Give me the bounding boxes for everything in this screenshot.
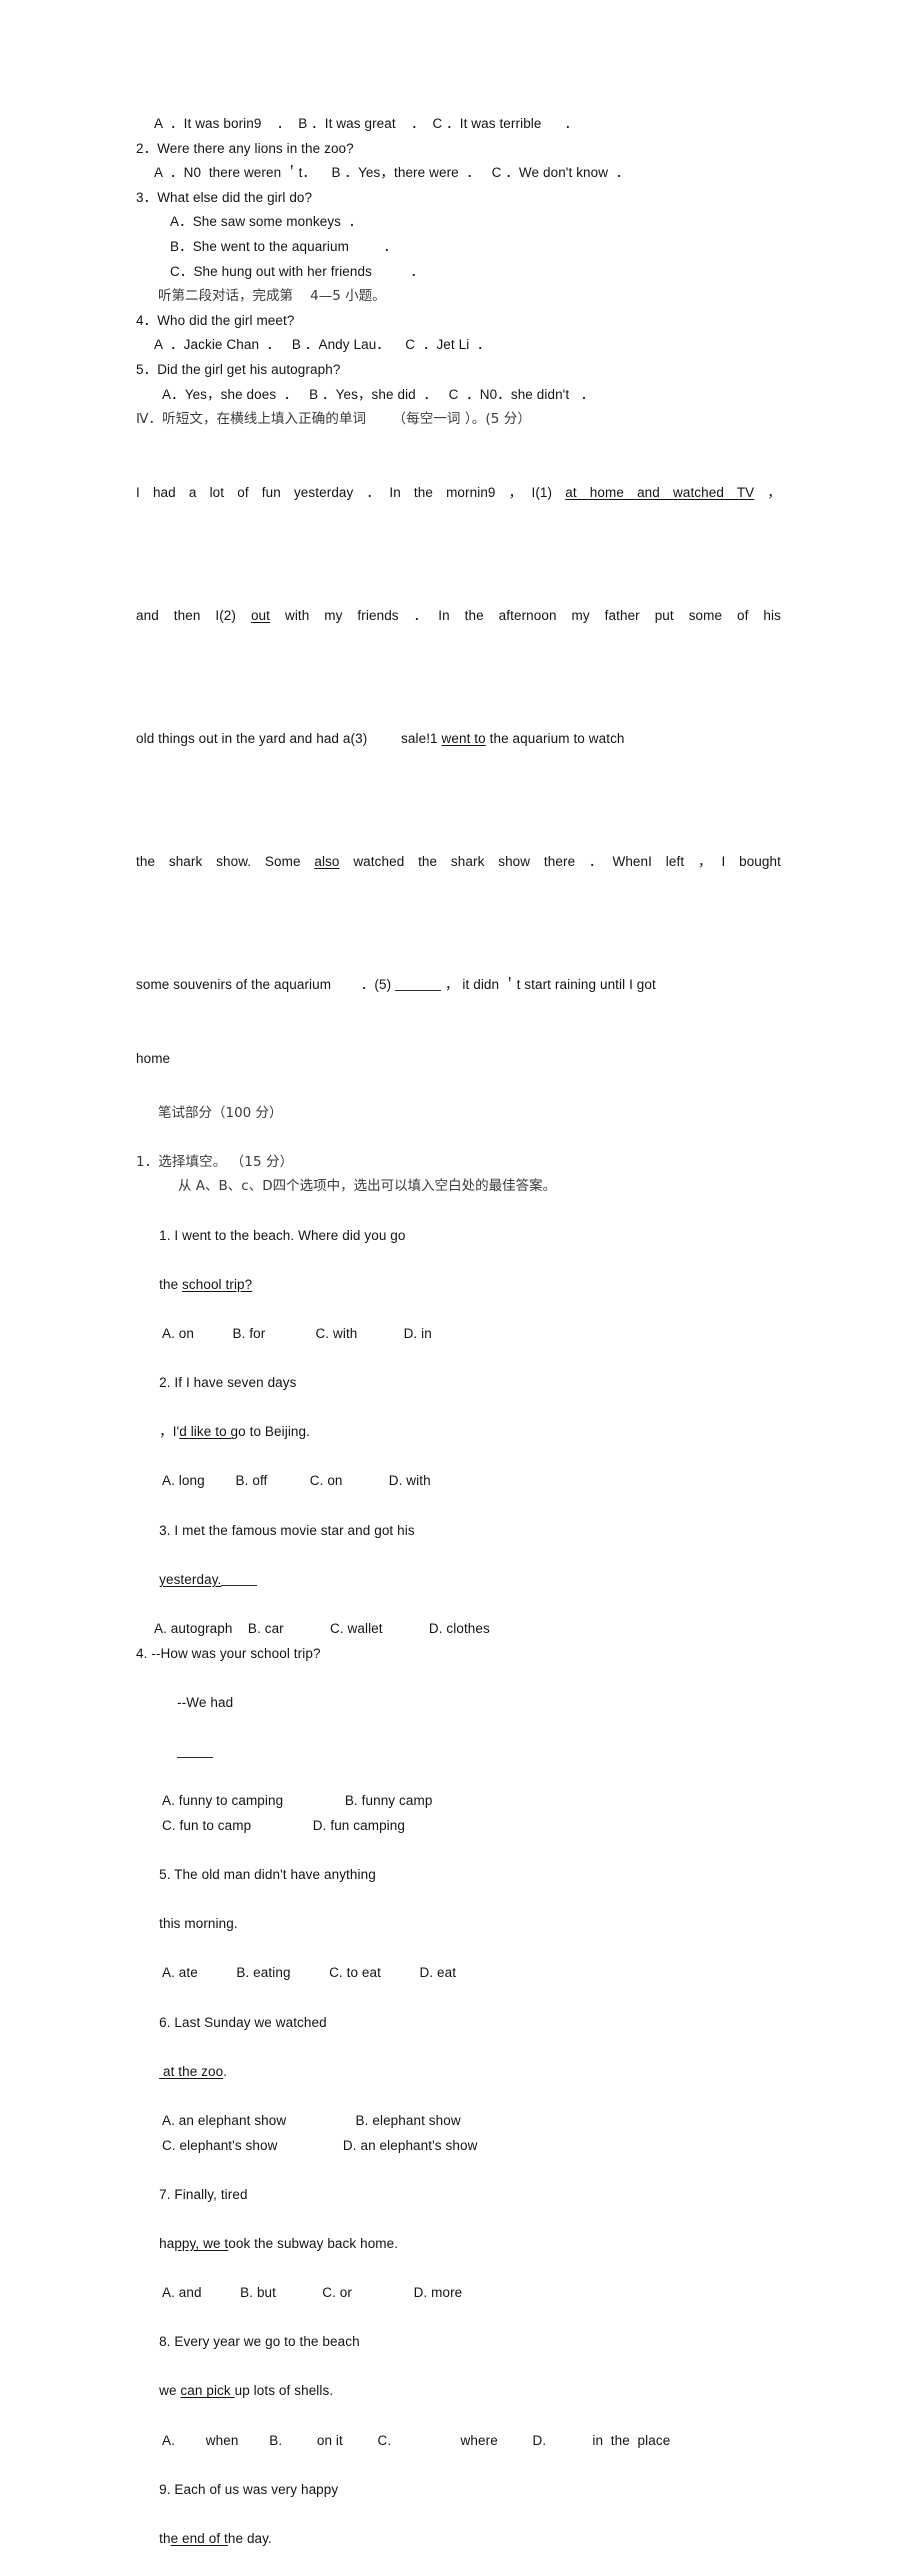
passage-line-4: the shark show. Some also watched the sh… [136,801,786,924]
mc-q7-stem-b: ha [159,2235,175,2251]
mc-question-4-stem: 4. --How was your school trip? [136,1645,321,1661]
passage-line-1: I had a lot of fun yesterday ．In the mor… [136,432,786,555]
mc-q6-stem-underlined: at the zoo [159,2063,224,2079]
mc-q2-stem-a: 2. If I have seven days [159,1375,297,1391]
passage-l5-part-a: some souvenirs of the aquarium [136,976,332,992]
passage-l5-part-b: ．(5) [360,976,392,992]
mc-question-2-stem: 2. If I have seven days ，I'd like to go … [136,1347,786,1470]
passage-line-3: old things out in the yard and had a(3) … [136,678,786,801]
mc-q7-stem-underlined: ppy, we t [174,2235,229,2251]
passage-l4-part-a: the shark show. Some [136,853,301,869]
mc-question-7-options: A. and B. but C. or D. more [162,2285,463,2301]
mc-q1-stem-underlined: school trip? [182,1276,253,1292]
mc-q2-stem-b: ，I' [159,1424,180,1440]
mc-question-3-options: A. autograph B. car C. wallet D. clothes [154,1621,490,1637]
mc-q1-stem-a: 1. I went to the beach. Where did you go [159,1227,406,1243]
mc-q8-stem-underlined: can pick [180,2383,235,2399]
passage-l1-part-c: ， [767,484,782,500]
passage-l5-part-c: ， it didn ＇t start raining until I got [444,976,656,992]
mc-q2-stem-underlined: d like to g [179,1424,239,1440]
mc-q2-stem-c: o to Beijing. [238,1424,310,1440]
listening-q4-stem: 4．Who did the girl meet? [136,312,295,328]
section1-instruction: 从 A、B、c、D四个选项中，选出可以填入空白处的最佳答案。 [178,1178,557,1195]
mc-q9-stem-a: 9. Each of us was very happy [159,2481,339,2497]
mc-q3-answer-blank[interactable] [221,1572,258,1586]
mc-question-1-options: A. on B. for C. with D. in [162,1325,432,1341]
mc-question-5-options: A. ate B. eating C. to eat D. eat [162,1965,457,1981]
passage-blank-5[interactable] [395,977,442,991]
mc-question-4-options-cd: C. fun to camp D. fun camping [162,1817,405,1833]
passage-l3-part-b: sale!1 [401,730,438,746]
listening-q5-stem: 5．Did the girl get his autograph? [136,361,341,377]
mc-question-6-stem: 6. Last Sunday we watched at the zoo. [136,1986,786,2109]
listening-q5-options: A．Yes，she does ． B ．Yes，she did ． C ．N0．… [162,386,595,402]
listening-q4-options: A ．Jackie Chan ． B ．Andy Lau． C ．Jet Li … [154,337,491,353]
written-part-heading: 笔试部分（100 分） [158,1105,283,1122]
mc-q8-stem-c: up lots of shells. [234,2383,334,2399]
passage-l2-answer-2: out [250,607,271,623]
passage-l1-answer-1: at home and watched TV [565,484,755,500]
section1-heading: 1．选择填空。 （15 分） [136,1153,294,1170]
listening-q3-option-c: C．She hung out with her friends ． [170,263,425,279]
mc-q7-stem-a: 7. Finally, tired [159,2186,248,2202]
passage-l1-part-b: ．In the mornin9 ，I(1) [366,484,553,500]
mc-q3-stem-underlined: yesterday. [159,1571,222,1587]
passage-l3-part-c: the aquarium to watch [489,730,625,746]
listening-q3-stem: 3．What else did the girl do? [136,189,313,205]
listening-q3-option-a: A．She saw some monkeys ． [170,214,363,230]
mc-q5-stem-b: this morning. [159,1916,238,1932]
mc-question-8-stem: 8. Every year we go to the beach we can … [136,2306,786,2429]
mc-question-4-options-ab: A. funny to camping B. funny camp [162,1793,433,1809]
listening-dialog2-instruction: 听第二段对话，完成第 4—5 小题。 [158,288,386,305]
spacer-before-written-part [136,1071,786,1101]
listening-q3-option-b: B．She went to the aquarium ． [170,238,398,254]
document-body: A ．It was borin9 ． B ．It was great ． C ．… [136,112,786,2576]
mc-q9-stem-b: th [159,2531,171,2546]
spacer-after-written-part [136,1126,786,1150]
mc-question-4-answer-line: --We had [136,1666,786,1789]
listening-q2-options: A ．N0 there weren ＇t． B ．Yes，there were … [154,165,630,181]
mc-q9-stem-underlined: e end of t [170,2531,228,2546]
section4-heading: Ⅳ．听短文，在横线上填入正确的单词 （每空一词 ）。(5 分） [136,411,531,428]
mc-question-6-options-ab: A. an elephant show B. elephant show [162,2112,461,2128]
mc-question-5-stem: 5. The old man didn't have anything this… [136,1838,786,1961]
mc-q5-stem-a: 5. The old man didn't have anything [159,1866,376,1882]
listening-q2-stem: 2．Were there any lions in the zoo? [136,140,354,156]
passage-l2-part-a: and then I(2) [136,607,237,623]
passage-l1-part-a: I had a lot of fun yesterday [136,484,354,500]
passage-l3-answer-4: went to [441,730,486,746]
mc-question-6-options-cd: C. elephant's show D. an elephant's show [162,2137,478,2153]
mc-q4-stem-b: --We had [177,1694,234,1710]
passage-l4-part-b: watched the shark show there ．WhenI left… [353,853,781,869]
mc-q8-stem-a: 8. Every year we go to the beach [159,2334,360,2350]
mc-q3-stem-a: 3. I met the famous movie star and got h… [159,1522,415,1538]
mc-q6-stem-b: . [223,2063,228,2079]
exam-paper-page: A ．It was borin9 ． B ．It was great ． C ．… [0,0,920,2546]
mc-question-1-stem: 1. I went to the beach. Where did you go… [136,1199,786,1322]
mc-q7-stem-c: ook the subway back home. [228,2235,399,2251]
mc-q4-answer-blank[interactable] [177,1744,214,1758]
passage-line-6: home [136,1050,171,1066]
passage-l3-part-a: old things out in the yard and had a(3) [136,730,368,746]
mc-question-7-stem: 7. Finally, tired happy, we took the sub… [136,2158,786,2281]
mc-question-8-options: A. when B. on it C. where D. in the plac… [162,2432,671,2448]
listening-q1-options: A ．It was borin9 ． B ．It was great ． C ．… [154,116,579,131]
mc-q9-stem-c: he day. [227,2531,272,2546]
mc-question-9-stem: 9. Each of us was very happy the end of … [136,2453,786,2576]
mc-question-3-stem: 3. I met the famous movie star and got h… [136,1494,786,1617]
passage-l2-part-b: with my friends ．In the afternoon my fat… [284,607,781,623]
mc-q1-stem-b: the [159,1276,183,1292]
mc-question-2-options: A. long B. off C. on D. with [162,1473,431,1489]
mc-q6-stem-a: 6. Last Sunday we watched [159,2014,327,2030]
passage-l4-answer-3: also [314,853,340,869]
passage-line-5: some souvenirs of the aquarium ．(5) ， it… [136,924,786,1047]
mc-q8-stem-b: we [159,2383,181,2399]
passage-line-2: and then I(2) out with my friends ．In th… [136,555,786,678]
